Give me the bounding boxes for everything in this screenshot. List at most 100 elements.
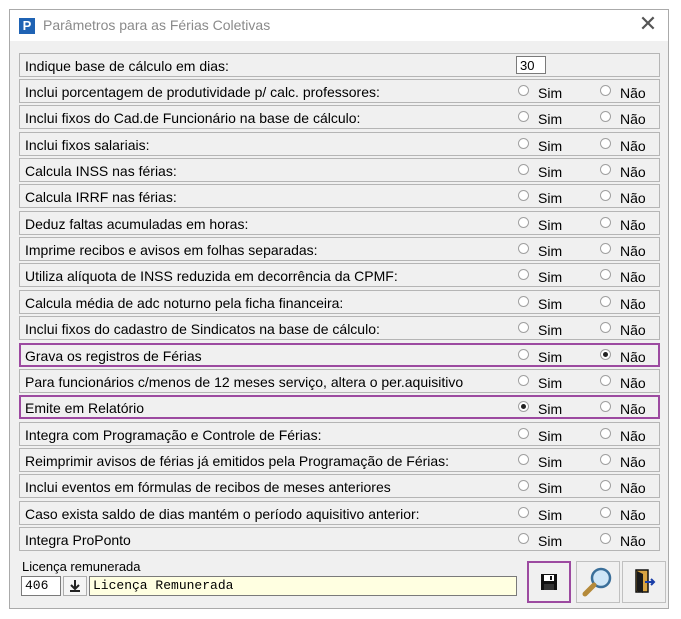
- radio-circle-icon[interactable]: [518, 190, 529, 201]
- radio-circle-icon[interactable]: [600, 164, 611, 175]
- option-label: Deduz faltas acumuladas em horas:: [25, 216, 249, 232]
- radio-circle-icon[interactable]: [518, 164, 529, 175]
- magnifier-icon: [582, 567, 612, 597]
- radio-circle-icon[interactable]: [600, 401, 611, 412]
- radio-circle-icon[interactable]: [600, 85, 611, 96]
- radio-circle-icon[interactable]: [518, 349, 529, 360]
- radio-label: Sim: [538, 243, 563, 259]
- option-row: Reimprimir avisos de férias já emitidos …: [19, 448, 660, 472]
- option-row: Calcula IRRF nas férias: Sim Não: [19, 184, 660, 208]
- option-row: Para funcionários c/menos de 12 meses se…: [19, 369, 660, 393]
- radio-circle-icon[interactable]: [600, 454, 611, 465]
- download-arrow-icon: [70, 580, 80, 592]
- option-row: Deduz faltas acumuladas em horas: Sim Não: [19, 211, 660, 235]
- exit-button[interactable]: [622, 561, 666, 603]
- option-label: Imprime recibos e avisos em folhas separ…: [25, 242, 318, 258]
- radio-circle-icon[interactable]: [518, 296, 529, 307]
- radio-circle-icon[interactable]: [600, 269, 611, 280]
- option-label: Integra com Programação e Controle de Fé…: [25, 427, 322, 443]
- licenca-lookup-button[interactable]: [63, 576, 87, 596]
- option-row: Inclui porcentagem de produtividade p/ c…: [19, 79, 660, 103]
- radio-circle-icon[interactable]: [600, 138, 611, 149]
- radio-circle-icon[interactable]: [518, 269, 529, 280]
- save-button[interactable]: [527, 561, 571, 603]
- radio-circle-icon[interactable]: [518, 111, 529, 122]
- option-label: Calcula IRRF nas férias:: [25, 189, 177, 205]
- radio-circle-icon[interactable]: [600, 190, 611, 201]
- radio-label: Sim: [538, 217, 563, 233]
- radio-label: Não: [620, 428, 646, 444]
- floppy-disk-icon: [541, 574, 557, 590]
- radio-label: Sim: [538, 507, 563, 523]
- base-dias-input[interactable]: [516, 56, 546, 74]
- option-row: Imprime recibos e avisos em folhas separ…: [19, 237, 660, 261]
- radio-circle-icon[interactable]: [600, 217, 611, 228]
- option-label: Inclui eventos em fórmulas de recibos de…: [25, 479, 391, 495]
- radio-circle-icon[interactable]: [600, 480, 611, 491]
- radio-circle-icon[interactable]: [518, 454, 529, 465]
- option-row: Inclui fixos do Cad.de Funcionário na ba…: [19, 105, 660, 129]
- option-label: Grava os registros de Férias: [25, 348, 202, 364]
- radio-label: Não: [620, 269, 646, 285]
- radio-circle-icon[interactable]: [518, 480, 529, 491]
- radio-label: Sim: [538, 480, 563, 496]
- licenca-name-field: Licença Remunerada: [89, 576, 517, 596]
- option-label: Inclui porcentagem de produtividade p/ c…: [25, 84, 380, 100]
- radio-label: Sim: [538, 138, 563, 154]
- radio-circle-icon[interactable]: [518, 217, 529, 228]
- radio-circle-icon[interactable]: [600, 322, 611, 333]
- radio-label: Não: [620, 296, 646, 312]
- option-label: Emite em Relatório: [25, 400, 145, 416]
- option-label: Reimprimir avisos de férias já emitidos …: [25, 453, 450, 469]
- base-dias-row: Indique base de cálculo em dias:: [19, 53, 660, 77]
- search-button[interactable]: [576, 561, 620, 603]
- radio-label: Não: [620, 217, 646, 233]
- option-row: Inclui fixos do cadastro de Sindicatos n…: [19, 316, 660, 340]
- option-row: Emite em Relatório Sim Não: [19, 395, 660, 419]
- close-icon[interactable]: ✕: [636, 13, 660, 37]
- radio-label: Não: [620, 401, 646, 417]
- radio-circle-icon[interactable]: [518, 243, 529, 254]
- option-row: Integra com Programação e Controle de Fé…: [19, 422, 660, 446]
- option-row: Utiliza alíquota de INSS reduzida em dec…: [19, 263, 660, 287]
- radio-circle-icon[interactable]: [600, 533, 611, 544]
- radio-circle-icon[interactable]: [518, 322, 529, 333]
- radio-circle-icon[interactable]: [600, 111, 611, 122]
- window-title: Parâmetros para as Férias Coletivas: [43, 17, 271, 33]
- radio-label: Não: [620, 480, 646, 496]
- radio-label: Não: [620, 85, 646, 101]
- option-label: Inclui fixos do cadastro de Sindicatos n…: [25, 321, 380, 337]
- radio-circle-icon[interactable]: [600, 349, 611, 360]
- option-row: Integra ProPonto Sim Não: [19, 527, 660, 551]
- radio-label: Sim: [538, 164, 563, 180]
- radio-label: Não: [620, 164, 646, 180]
- radio-circle-icon[interactable]: [600, 375, 611, 386]
- radio-label: Não: [620, 454, 646, 470]
- radio-label: Sim: [538, 428, 563, 444]
- option-label: Para funcionários c/menos de 12 meses se…: [25, 374, 464, 390]
- radio-label: Sim: [538, 533, 563, 549]
- radio-circle-icon[interactable]: [518, 401, 529, 412]
- radio-circle-icon[interactable]: [600, 507, 611, 518]
- option-label: Inclui fixos salariais:: [25, 137, 150, 153]
- radio-circle-icon[interactable]: [518, 428, 529, 439]
- radio-circle-icon[interactable]: [518, 375, 529, 386]
- radio-label: Não: [620, 533, 646, 549]
- radio-label: Sim: [538, 85, 563, 101]
- radio-label: Não: [620, 138, 646, 154]
- radio-circle-icon[interactable]: [600, 243, 611, 254]
- radio-circle-icon[interactable]: [600, 428, 611, 439]
- app-logo-icon: P: [19, 18, 35, 34]
- licenca-code-field[interactable]: 406: [21, 576, 61, 596]
- radio-circle-icon[interactable]: [518, 138, 529, 149]
- radio-circle-icon[interactable]: [518, 533, 529, 544]
- radio-circle-icon[interactable]: [518, 507, 529, 518]
- radio-label: Não: [620, 507, 646, 523]
- option-label: Calcula INSS nas férias:: [25, 163, 177, 179]
- radio-circle-icon[interactable]: [518, 85, 529, 96]
- option-row: Calcula média de adc noturno pela ficha …: [19, 290, 660, 314]
- option-label: Integra ProPonto: [25, 532, 131, 548]
- option-row: Calcula INSS nas férias: Sim Não: [19, 158, 660, 182]
- radio-circle-icon[interactable]: [600, 296, 611, 307]
- option-row: Inclui fixos salariais: Sim Não: [19, 132, 660, 156]
